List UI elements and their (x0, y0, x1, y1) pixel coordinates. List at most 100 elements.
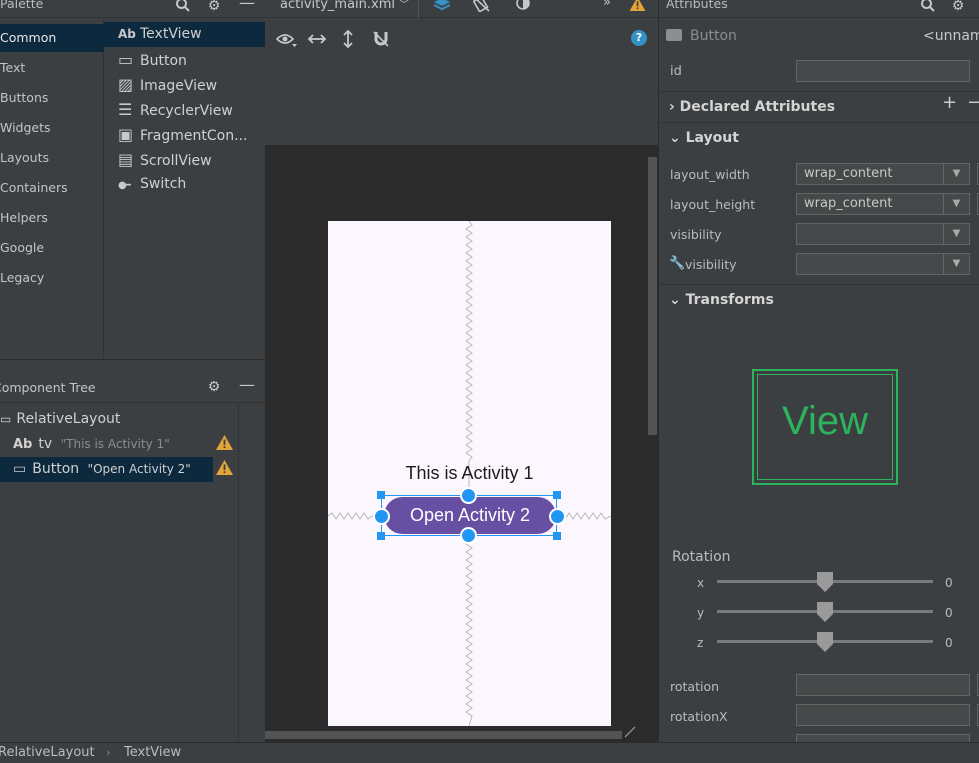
palette-item-switch[interactable]: ●━ Switch (104, 172, 265, 197)
resize-handle[interactable] (553, 532, 561, 540)
design-canvas[interactable]: This is Activity 1 Open Activity 2 (265, 147, 658, 738)
palette-item-fragmentcontainer[interactable]: ▣ FragmentCon... (104, 122, 265, 147)
palette-category-common[interactable]: Common (0, 24, 104, 52)
minimize-icon[interactable]: — (238, 0, 256, 12)
constraint-handle-bottom[interactable] (460, 527, 477, 544)
magnet-icon[interactable] (371, 29, 391, 53)
tree-row-hint: "This is Activity 1" (60, 437, 170, 451)
palette-item-label: Switch (140, 176, 187, 192)
orientation-icon[interactable] (472, 0, 493, 16)
palette-category-helpers[interactable]: Helpers (0, 204, 104, 232)
resize-corner-icon[interactable] (623, 725, 637, 739)
slider-thumb[interactable] (817, 602, 833, 622)
layout-height-label: layout_height (670, 197, 756, 212)
remove-icon[interactable]: − (967, 92, 979, 113)
partial-field[interactable] (796, 734, 970, 742)
editor-toolbar: activity_main.xml ﹀ » (265, 0, 658, 18)
gear-icon[interactable]: ⚙ (949, 0, 967, 15)
chevron-down-icon: ▼ (943, 254, 969, 274)
tree-row-button[interactable]: ▭ Button "Open Activity 2" (0, 457, 213, 482)
id-field[interactable] (796, 60, 970, 82)
resize-handle[interactable] (377, 491, 385, 499)
palette-category-containers[interactable]: Containers (0, 174, 104, 202)
layers-icon[interactable] (432, 0, 454, 16)
constraint-handle-right[interactable] (549, 508, 566, 525)
rotation-x-value: 0 (945, 576, 953, 590)
declared-attributes-section[interactable]: › Declared Attributes (659, 91, 979, 122)
palette-category-google[interactable]: Google (0, 234, 104, 262)
file-tab-label: activity_main.xml (280, 0, 396, 12)
palette-item-label: ScrollView (140, 153, 212, 169)
palette-category-layouts[interactable]: Layouts (0, 144, 104, 172)
fragment-icon: ▣ (118, 125, 134, 144)
slider-thumb[interactable] (817, 632, 833, 652)
palette-item-textview[interactable]: Ab TextView (104, 22, 265, 47)
warning-icon[interactable] (216, 435, 233, 454)
palette-category-legacy[interactable]: Legacy (0, 264, 104, 292)
rotationx-field[interactable] (796, 704, 970, 726)
tree-row-label: RelativeLayout (16, 411, 121, 427)
layout-section[interactable]: ⌄ Layout (659, 122, 979, 153)
constraint-handle-left[interactable] (373, 508, 390, 525)
layout-width-label: layout_width (670, 167, 750, 182)
layout-width-dropdown[interactable]: wrap_content ▼ (796, 163, 970, 185)
palette-item-scrollview[interactable]: ▤ ScrollView (104, 147, 265, 172)
expand-vertical-icon[interactable] (340, 29, 356, 53)
warning-icon[interactable] (629, 0, 646, 15)
palette-category-widgets[interactable]: Widgets (0, 114, 104, 142)
palette-item-label: RecyclerView (140, 103, 233, 119)
help-icon[interactable]: ? (631, 30, 647, 46)
palette-item-label: TextView (140, 26, 202, 42)
palette-item-recyclerview[interactable]: ☰ RecyclerView (104, 97, 265, 122)
switch-icon: ●━ (118, 180, 131, 191)
search-icon[interactable] (174, 0, 192, 18)
palette-categories: Common Text Buttons Widgets Layouts Cont… (0, 19, 104, 359)
textview-icon: Ab (13, 437, 33, 452)
gear-icon[interactable]: ⚙ (205, 378, 223, 396)
layout-height-dropdown[interactable]: wrap_content ▼ (796, 193, 970, 215)
resize-handle[interactable] (553, 491, 561, 499)
component-name: <unnamed> (923, 28, 979, 44)
palette-category-text[interactable]: Text (0, 54, 104, 82)
breadcrumb-relativelayout[interactable]: RelativeLayout (0, 743, 95, 763)
device-screen[interactable]: This is Activity 1 Open Activity 2 (328, 221, 611, 726)
gear-icon[interactable]: ⚙ (205, 0, 223, 15)
rotationx-field-label: rotationX (670, 709, 728, 724)
breadcrumb-textview[interactable]: TextView (124, 743, 181, 763)
tree-row-relativelayout[interactable]: ▭ RelativeLayout (0, 407, 213, 432)
visibility-dropdown[interactable]: ▼ (796, 223, 970, 245)
status-bar: RelativeLayout › TextView (0, 742, 979, 762)
axis-x-label: x (697, 576, 705, 590)
warning-icon[interactable] (216, 460, 233, 479)
constraint-handle-top[interactable] (460, 487, 477, 504)
tree-row-tv[interactable]: Ab tv "This is Activity 1" (0, 432, 213, 457)
tools-visibility-dropdown[interactable]: ▼ (796, 253, 970, 275)
expand-horizontal-icon[interactable] (307, 31, 327, 51)
palette-category-buttons[interactable]: Buttons (0, 84, 104, 112)
attributes-header: Attributes ⚙ (659, 0, 979, 18)
preview-text: View (782, 399, 868, 443)
activity-text[interactable]: This is Activity 1 (328, 463, 611, 484)
overflow-icon[interactable]: » (603, 0, 611, 10)
palette-item-imageview[interactable]: ▨ ImageView (104, 72, 265, 97)
horizontal-scrollbar[interactable] (265, 731, 622, 739)
eye-icon[interactable] (275, 31, 298, 51)
vertical-scrollbar[interactable] (648, 157, 657, 435)
palette-item-button[interactable]: ▭ Button (104, 47, 265, 72)
transforms-section[interactable]: ⌄ Transforms (659, 284, 979, 315)
night-mode-icon[interactable] (514, 0, 534, 16)
palette-items: Ab TextView ▭ Button ▨ ImageView ☰ RecyclerV… (104, 19, 265, 359)
tree-row-hint: "Open Activity 2" (87, 462, 191, 476)
minimize-icon[interactable]: — (238, 376, 256, 394)
tools-visibility-label: visibility (685, 257, 737, 272)
search-icon[interactable] (920, 0, 936, 17)
add-icon[interactable]: + (942, 92, 957, 113)
panel-divider[interactable] (0, 359, 265, 371)
resize-handle[interactable] (377, 532, 385, 540)
slider-thumb[interactable] (817, 572, 833, 592)
palette-item-label: Button (140, 53, 187, 69)
button-icon: ▭ (13, 461, 27, 477)
chevron-down-icon: ▼ (943, 164, 969, 184)
rotation-field[interactable] (796, 674, 970, 696)
file-tab[interactable]: activity_main.xml ﹀ (280, 0, 409, 12)
